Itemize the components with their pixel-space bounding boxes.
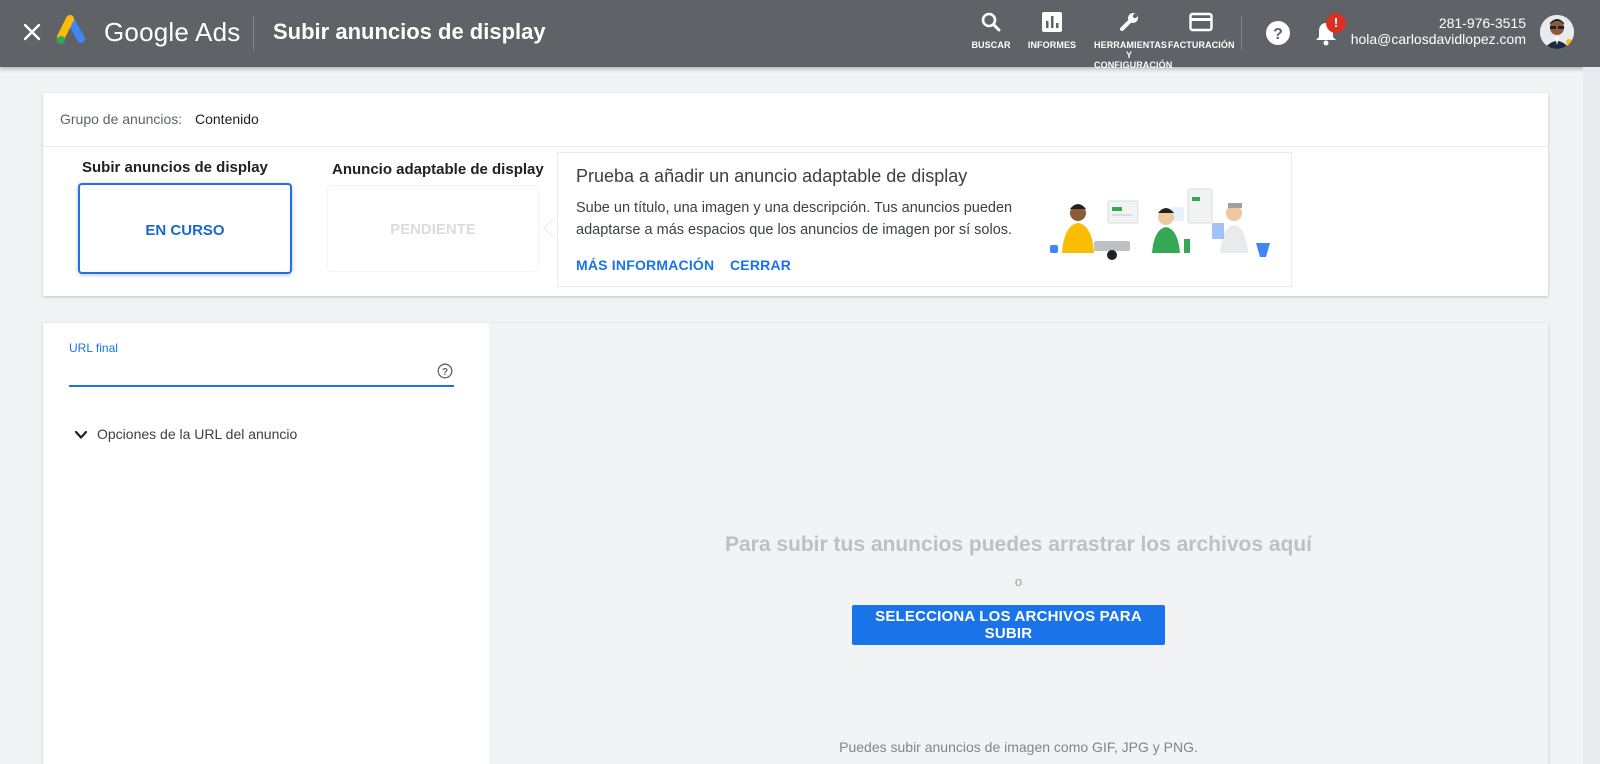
promo-description: Sube un título, una imagen y una descrip… <box>576 200 1013 238</box>
close-promo-link[interactable]: CERRAR <box>730 257 791 273</box>
svg-text:?: ? <box>442 367 448 378</box>
tools-settings-tool[interactable]: HERRAMIENTAS Y CONFIGURACIÓN <box>1094 10 1173 70</box>
promo-title: Prueba a añadir un anuncio adaptable de … <box>576 166 968 186</box>
supported-formats-hint: Puedes subir anuncios de imagen como GIF… <box>839 739 1198 755</box>
step-2-status-box[interactable]: PENDIENTE <box>327 185 539 272</box>
top-app-bar: Google Ads Subir anuncios de display BUS… <box>0 0 1600 70</box>
header-divider <box>1241 16 1242 50</box>
upload-drop-zone[interactable]: Para subir tus anuncios puedes arrastrar… <box>489 323 1548 764</box>
account-email: hola@carlosdavidlopez.com <box>1350 31 1526 47</box>
divider <box>43 146 1548 147</box>
ad-group-card: Grupo de anuncios: Contenido Subir anunc… <box>43 93 1548 296</box>
upload-card: URL final ? Opciones de la URL del anunc… <box>43 323 1548 764</box>
svg-text:?: ? <box>1273 26 1283 43</box>
page-title: Subir anuncios de display <box>273 19 546 44</box>
notification-badge: ! <box>1326 13 1346 33</box>
reports-tool[interactable]: INFORMES <box>1025 10 1079 50</box>
drop-zone-title: Para subir tus anuncios puedes arrastrar… <box>724 533 1313 556</box>
responsive-ad-promo: Prueba a añadir un anuncio adaptable de … <box>557 152 1292 287</box>
ad-group-value: Contenido <box>195 111 259 127</box>
help-icon[interactable]: ? <box>437 363 453 379</box>
close-icon[interactable] <box>20 20 44 44</box>
header-divider <box>253 16 254 50</box>
avatar[interactable] <box>1540 15 1574 49</box>
drop-zone-or: o <box>1014 574 1023 589</box>
search-tool-label: BUSCAR <box>971 40 1011 50</box>
step-1-title: Subir anuncios de display <box>82 159 268 176</box>
url-options-label: Opciones de la URL del anuncio <box>97 426 298 442</box>
account-info[interactable]: 281-976-3515 hola@carlosdavidlopez.com <box>1351 15 1526 47</box>
more-info-link[interactable]: MÁS INFORMACIÓN <box>576 257 714 273</box>
brand-name: Google Ads <box>104 17 241 47</box>
ad-group-label: Grupo de anuncios: <box>60 111 183 127</box>
step-1-status-box[interactable]: EN CURSO <box>78 183 292 274</box>
account-phone: 281-976-3515 <box>1438 15 1526 31</box>
google-ads-logo-icon <box>57 15 85 44</box>
billing-icon <box>1189 12 1213 32</box>
help-icon[interactable]: ? <box>1265 20 1291 46</box>
search-icon <box>981 12 1001 32</box>
final-url-input[interactable] <box>69 357 454 387</box>
step-2-title: Anuncio adaptable de display <box>332 161 544 178</box>
url-options-toggle[interactable]: Opciones de la URL del anuncio <box>73 426 297 443</box>
search-tool[interactable]: BUSCAR <box>970 10 1012 50</box>
ad-settings-pane: URL final ? Opciones de la URL del anunc… <box>43 323 489 764</box>
billing-tool[interactable]: FACTURACIÓN <box>1168 10 1235 50</box>
reports-tool-label: INFORMES <box>1027 40 1077 50</box>
tools-settings-tool-label: HERRAMIENTAS Y CONFIGURACIÓN <box>1094 40 1173 70</box>
billing-tool-label: FACTURACIÓN <box>1168 40 1235 50</box>
chevron-down-icon <box>74 431 88 439</box>
scrollbar[interactable] <box>1583 67 1600 764</box>
final-url-label: URL final <box>69 341 118 355</box>
wrench-icon <box>1120 13 1138 31</box>
people-illustration-icon <box>1050 188 1270 260</box>
select-files-button[interactable]: SELECCIONA LOS ARCHIVOS PARA SUBIR <box>852 605 1165 645</box>
reports-icon <box>1042 12 1062 32</box>
